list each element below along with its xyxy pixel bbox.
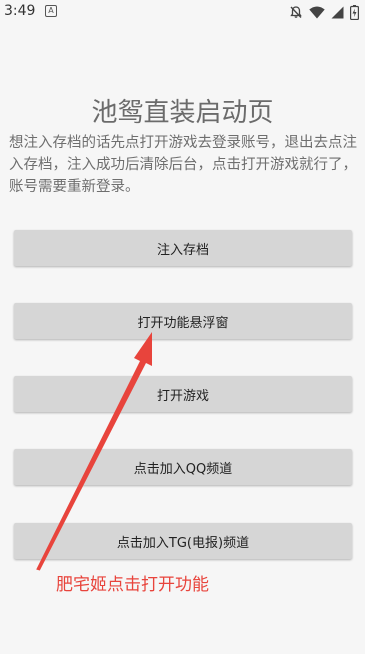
page-title: 池鸳直装启动页	[91, 98, 274, 128]
notification-app-icon: A	[45, 5, 57, 17]
join-tg-channel-button[interactable]: 点击加入TG(电报)频道	[14, 523, 352, 559]
instructions-text: 想注入存档的话先点打开游戏去登录账号，退出去点注入存档，注入成功后清除后台，点击…	[9, 135, 357, 195]
wifi-icon	[309, 6, 325, 19]
open-game-button[interactable]: 打开游戏	[14, 376, 352, 412]
status-bar: 3:49 A	[0, 0, 365, 24]
cellular-signal-icon	[331, 6, 344, 19]
annotation-text: 肥宅姬点击打开功能	[56, 575, 209, 595]
join-qq-channel-button[interactable]: 点击加入QQ频道	[14, 449, 352, 485]
status-icons	[289, 4, 359, 20]
battery-charging-icon	[350, 4, 359, 20]
notifications-off-icon	[289, 5, 303, 19]
open-floating-window-button[interactable]: 打开功能悬浮窗	[14, 303, 352, 339]
status-time: 3:49	[4, 3, 36, 19]
inject-save-button[interactable]: 注入存档	[14, 230, 352, 266]
